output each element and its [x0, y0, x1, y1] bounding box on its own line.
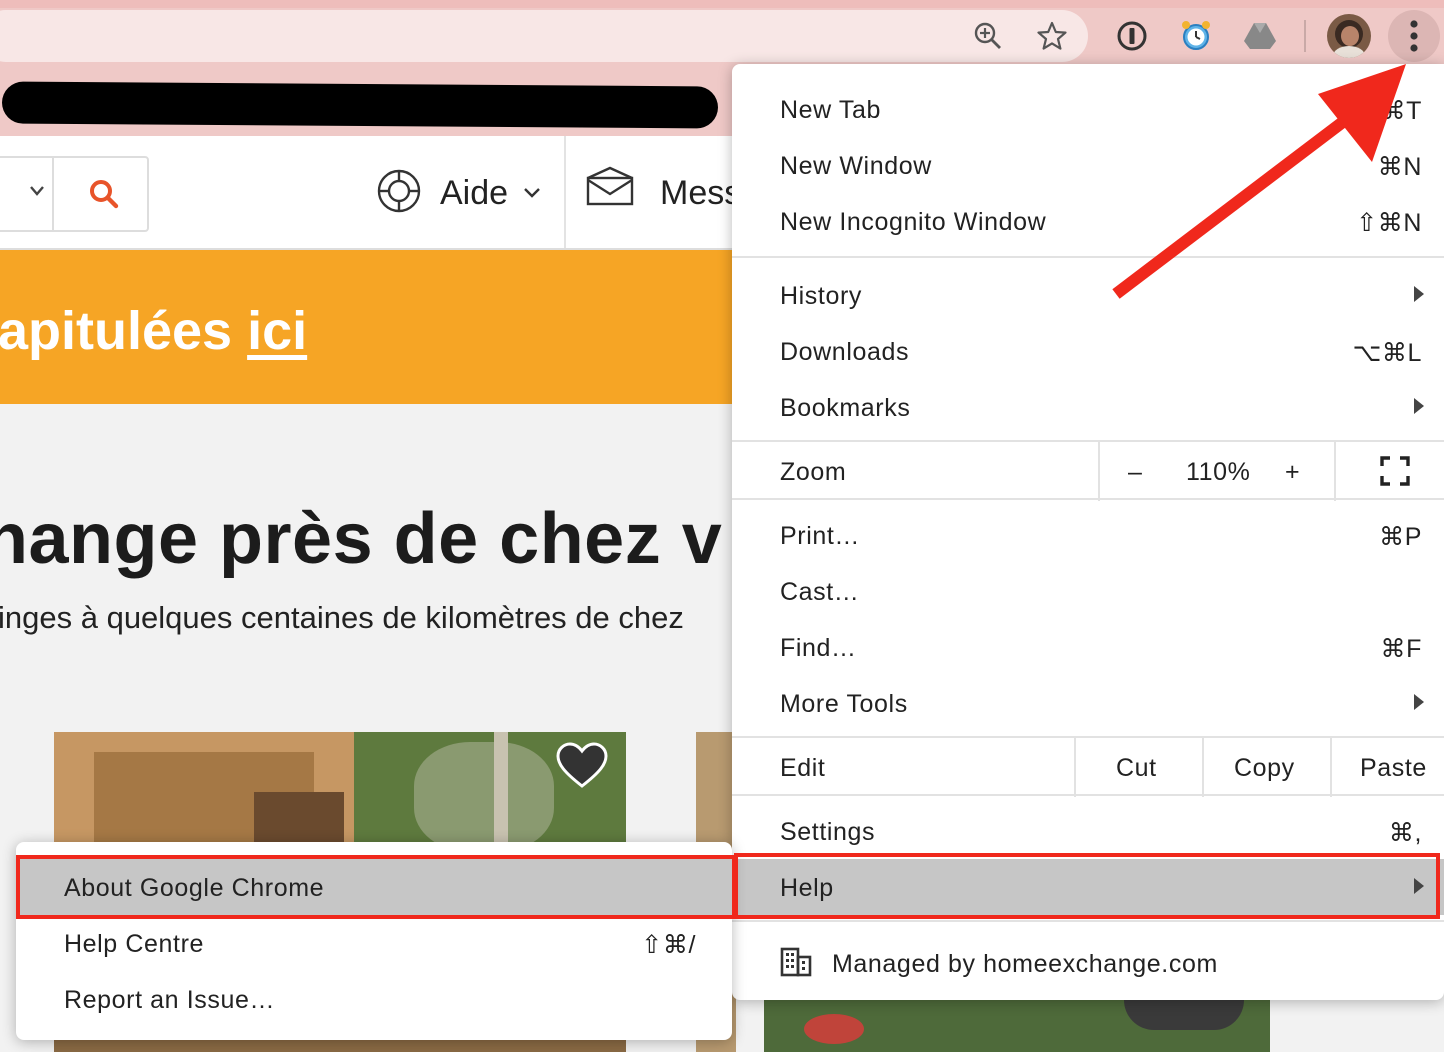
menu-item-label: New Incognito Window — [780, 208, 1047, 236]
banner-text: apitulées ici — [0, 300, 307, 362]
menu-item-label: Find… — [780, 634, 857, 662]
site-header: Aide Mess — [0, 136, 741, 250]
menu-item-settings[interactable]: Settings ⌘, — [732, 803, 1444, 859]
menu-item-label: Zoom — [780, 458, 847, 486]
menu-item-edit: Edit Cut Copy Paste — [732, 737, 1444, 797]
zoom-in-button[interactable]: + — [1285, 458, 1300, 487]
edit-divider — [1330, 737, 1332, 797]
search-box[interactable] — [0, 156, 149, 232]
menu-item-zoom: Zoom – 110% + — [732, 441, 1444, 501]
redaction-scribble — [1, 81, 719, 129]
fullscreen-icon[interactable] — [1380, 456, 1410, 486]
lifebuoy-icon — [377, 169, 421, 213]
menu-item-label: Bookmarks — [780, 394, 911, 422]
menu-item-shortcut: ⌘, — [1388, 819, 1422, 847]
menu-item-label: New Tab — [780, 96, 882, 124]
banner-link[interactable]: ici — [247, 301, 307, 361]
menu-item-label: More Tools — [780, 690, 908, 718]
zoom-level: 110% — [1186, 458, 1251, 486]
tab-strip-edge — [0, 0, 1444, 8]
zoom-out-button[interactable]: – — [1128, 458, 1143, 487]
menu-separator — [732, 736, 1444, 738]
chevron-down-icon[interactable] — [28, 184, 46, 198]
submenu-item-report-issue[interactable]: Report an Issue… — [16, 971, 732, 1027]
menu-separator — [732, 920, 1444, 922]
chevron-down-icon[interactable] — [522, 186, 542, 200]
header-divider — [564, 136, 566, 248]
submenu-item-help-centre[interactable]: Help Centre ⇧⌘/ — [16, 915, 732, 971]
menu-item-label: Edit — [780, 754, 826, 782]
menu-item-downloads[interactable]: Downloads ⌥⌘L — [732, 323, 1444, 379]
bookmark-star-icon[interactable] — [1030, 14, 1074, 58]
envelope-icon — [586, 166, 634, 206]
menu-item-shortcut: ⌘F — [1380, 635, 1422, 663]
help-nav-link[interactable]: Aide — [440, 174, 508, 213]
listing-photo-partial[interactable] — [764, 1000, 1270, 1052]
menu-item-shortcut: ⌥⌘L — [1352, 339, 1422, 367]
menu-item-print[interactable]: Print… ⌘P — [732, 507, 1444, 563]
page-heading: hange près de chez v — [0, 499, 723, 579]
paste-button[interactable]: Paste — [1360, 754, 1427, 783]
menu-item-managed[interactable]: Managed by homeexchange.com — [732, 935, 1444, 991]
address-bar[interactable] — [0, 10, 1088, 62]
menu-item-label: Downloads — [780, 338, 910, 366]
cut-button[interactable]: Cut — [1116, 754, 1157, 783]
edit-divider — [1074, 737, 1076, 797]
favorite-heart-icon[interactable] — [556, 742, 608, 790]
submenu-arrow-icon — [1414, 398, 1424, 414]
copy-button[interactable]: Copy — [1234, 754, 1295, 783]
submenu-item-label: Help Centre — [64, 930, 204, 958]
edit-divider — [1202, 737, 1204, 797]
menu-item-label: Cast… — [780, 578, 860, 606]
menu-item-label: Settings — [780, 818, 876, 846]
zoom-icon[interactable] — [966, 14, 1010, 58]
search-icon[interactable] — [88, 178, 120, 210]
menu-item-find[interactable]: Find… ⌘F — [732, 619, 1444, 675]
managed-by-label: Managed by homeexchange.com — [832, 950, 1218, 978]
submenu-arrow-icon — [1414, 694, 1424, 710]
annotation-arrow-icon — [1112, 64, 1406, 299]
submenu-item-label: Report an Issue… — [64, 986, 276, 1014]
search-divider — [52, 158, 54, 230]
zoom-divider — [1334, 441, 1336, 501]
annotation-highlight-help — [734, 853, 1440, 919]
menu-item-shortcut: ⌘P — [1379, 523, 1422, 551]
menu-item-label: History — [780, 282, 862, 310]
zoom-divider — [1098, 441, 1100, 501]
menu-separator — [732, 440, 1444, 442]
menu-separator — [732, 498, 1444, 500]
menu-item-more-tools[interactable]: More Tools — [732, 675, 1444, 731]
annotation-highlight-about — [16, 855, 736, 919]
building-icon — [780, 947, 812, 977]
menu-item-label: Print… — [780, 522, 861, 550]
messages-nav-link[interactable]: Mess — [660, 174, 741, 213]
menu-item-bookmarks[interactable]: Bookmarks — [732, 379, 1444, 435]
submenu-item-shortcut: ⇧⌘/ — [641, 931, 696, 959]
menu-item-cast[interactable]: Cast… — [732, 563, 1444, 619]
menu-item-label: New Window — [780, 152, 932, 180]
banner-text-prefix: apitulées — [0, 301, 248, 361]
page-subheading: inges à quelques centaines de kilomètres… — [0, 600, 684, 635]
toolbar-divider — [1304, 20, 1306, 52]
menu-separator — [732, 794, 1444, 796]
